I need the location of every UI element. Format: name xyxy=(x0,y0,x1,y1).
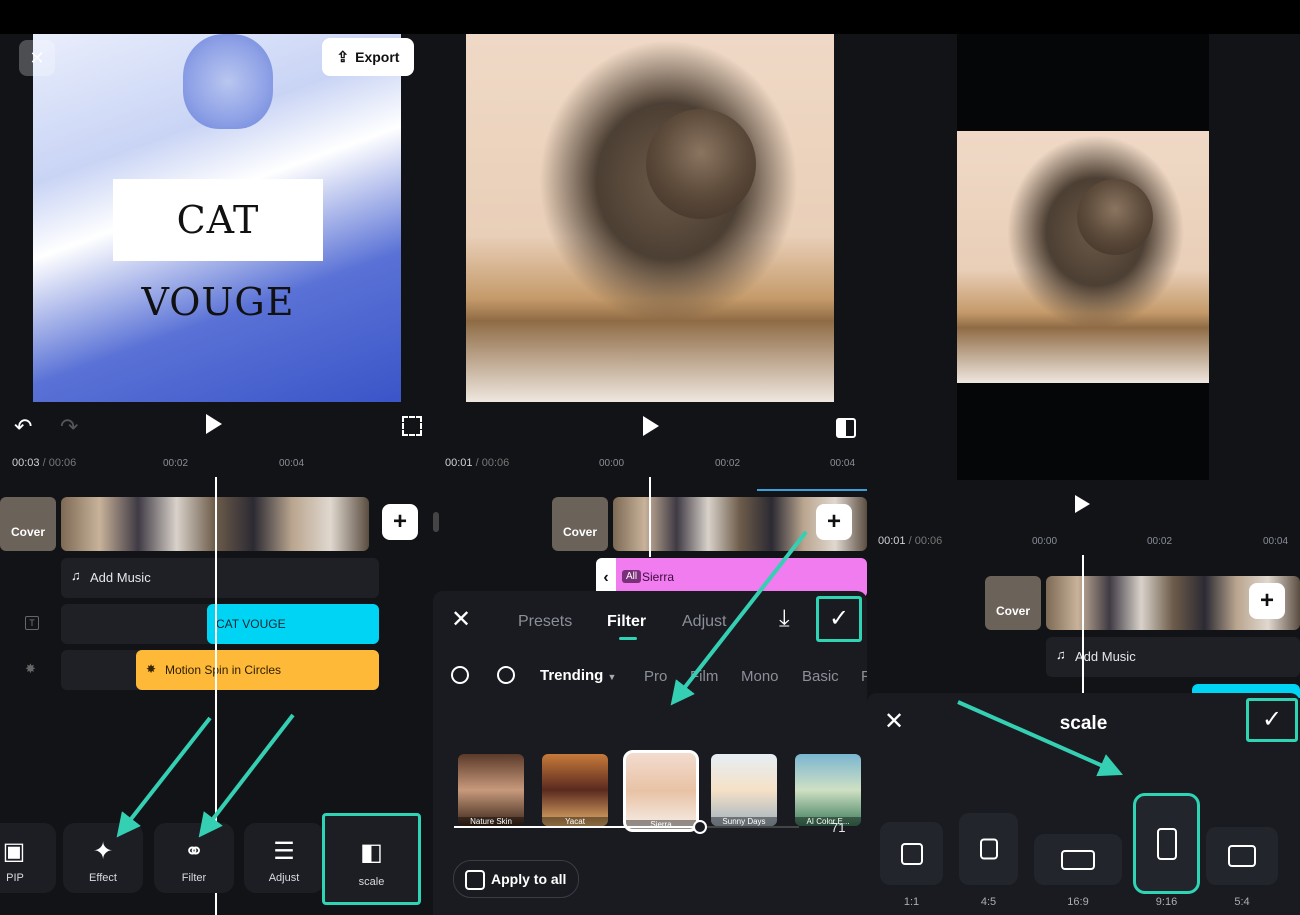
arrow-to-effect xyxy=(116,716,212,838)
arrow-to-filters xyxy=(670,530,808,706)
arrow-to-filter xyxy=(198,713,295,838)
annotation-arrows xyxy=(116,530,1123,838)
arrow-to-ratio xyxy=(957,700,1123,777)
